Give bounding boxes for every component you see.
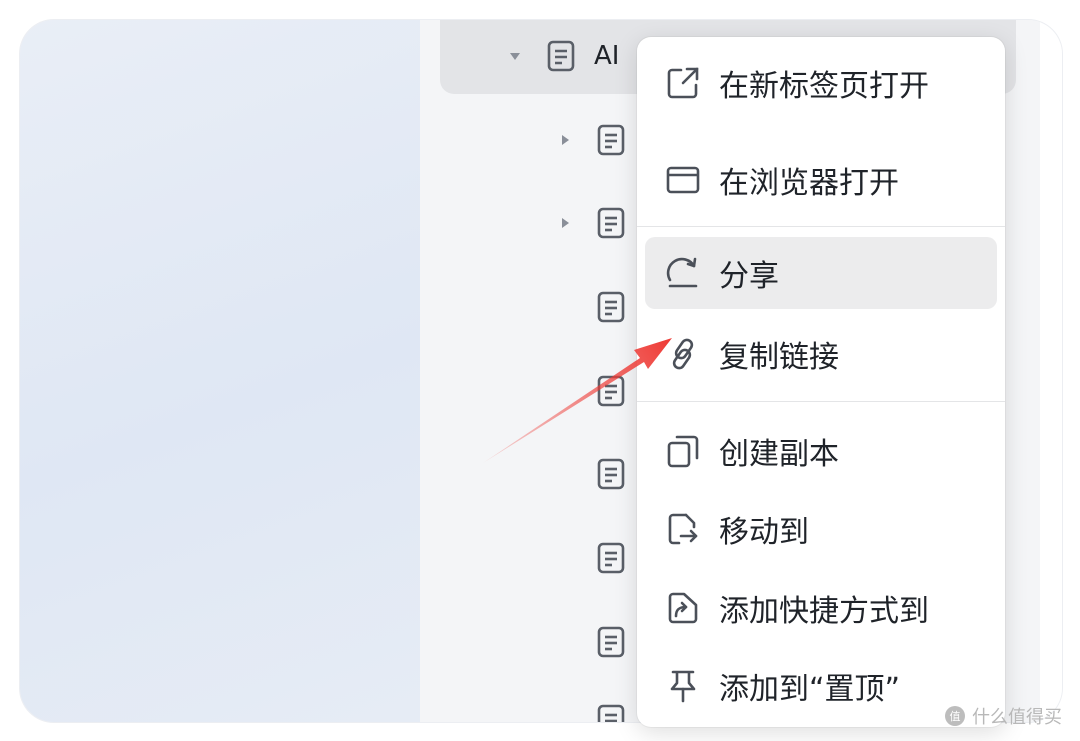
move-to-icon	[663, 509, 703, 549]
menu-item-copy-link[interactable]: 复制链接	[645, 318, 997, 390]
document-icon	[546, 39, 576, 73]
menu-item-label: 添加到“置顶”	[719, 672, 901, 707]
document-icon	[596, 123, 626, 157]
menu-divider	[637, 226, 1005, 227]
svg-text:值: 值	[950, 710, 961, 723]
caret-right-icon[interactable]	[558, 216, 572, 230]
document-icon	[596, 457, 626, 491]
scrollbar-track[interactable]	[1040, 20, 1062, 722]
menu-item-label: 在浏览器打开	[719, 166, 899, 201]
browser-window-icon	[663, 160, 703, 200]
menu-item-open-new-tab[interactable]: 在新标签页打开	[645, 47, 997, 119]
left-pane	[20, 20, 420, 722]
document-icon	[596, 625, 626, 659]
link-icon	[663, 334, 703, 374]
caret-right-icon[interactable]	[558, 133, 572, 147]
menu-item-label: 在新标签页打开	[719, 69, 929, 104]
pin-icon	[663, 666, 703, 706]
tree-row-ai[interactable]: AI	[508, 36, 619, 76]
menu-item-add-shortcut[interactable]: 添加快捷方式到	[645, 572, 997, 644]
document-icon	[596, 374, 626, 408]
watermark: 值 什么值得买	[944, 703, 1062, 729]
menu-item-label: 创建副本	[719, 437, 839, 472]
menu-item-share[interactable]: 分享	[645, 237, 997, 309]
watermark-logo-icon: 值	[944, 705, 966, 727]
menu-item-move-to[interactable]: 移动到	[645, 493, 997, 565]
menu-item-label: 分享	[719, 259, 779, 294]
watermark-text: 什么值得买	[972, 707, 1062, 728]
tree-row-label: AI	[594, 41, 620, 71]
share-icon	[663, 253, 703, 293]
open-new-tab-icon	[663, 63, 703, 103]
copy-icon	[663, 431, 703, 471]
document-icon	[596, 290, 626, 324]
menu-item-create-copy[interactable]: 创建副本	[645, 415, 997, 487]
document-icon	[596, 703, 626, 722]
menu-item-open-in-browser[interactable]: 在浏览器打开	[645, 144, 997, 216]
menu-divider	[637, 401, 1005, 402]
menu-item-label: 移动到	[719, 515, 809, 550]
menu-item-label: 复制链接	[719, 340, 839, 375]
document-icon	[596, 206, 626, 240]
menu-item-label: 添加快捷方式到	[719, 594, 929, 629]
document-icon	[596, 541, 626, 575]
caret-down-icon[interactable]	[508, 49, 522, 63]
context-menu: 在新标签页打开 在浏览器打开 分享 复制链接 创建副本 移动到 添加快捷方式到 …	[637, 37, 1005, 727]
shortcut-icon	[663, 588, 703, 628]
